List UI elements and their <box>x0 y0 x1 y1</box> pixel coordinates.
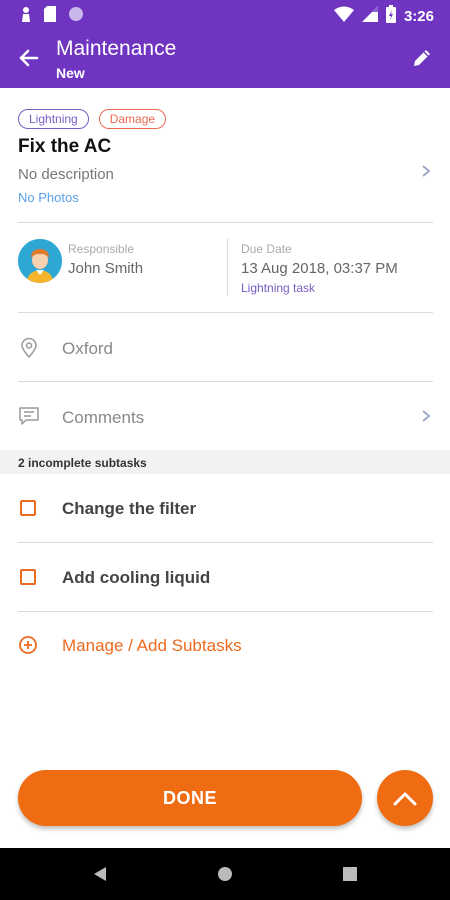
pencil-icon <box>414 50 430 66</box>
subtask-checkbox[interactable] <box>20 500 36 516</box>
nav-home-icon <box>218 867 232 881</box>
divider <box>18 542 433 543</box>
nav-home-button[interactable] <box>215 864 235 884</box>
signal-icon <box>361 6 378 27</box>
person-icon <box>20 6 32 27</box>
location-value[interactable]: Oxford <box>62 339 113 359</box>
due-date-label: Due Date <box>241 242 292 256</box>
responsible-name[interactable]: John Smith <box>68 260 143 277</box>
due-date-value[interactable]: 13 Aug 2018, 03:37 PM <box>241 260 398 277</box>
scroll-up-button[interactable] <box>377 770 433 826</box>
status-bar: 3:26 <box>0 0 450 30</box>
due-date-type: Lightning task <box>241 281 316 295</box>
task-title: Fix the AC <box>18 136 112 157</box>
battery-icon <box>385 5 396 28</box>
circle-icon <box>68 6 84 27</box>
subtask-item[interactable]: Change the filter <box>62 499 196 519</box>
wifi-icon <box>333 6 354 27</box>
subtask-item[interactable]: Add cooling liquid <box>62 568 210 588</box>
chevron-right-icon[interactable] <box>419 164 433 178</box>
nav-back-icon <box>94 867 106 881</box>
subtasks-count: 2 incomplete subtasks <box>18 456 147 470</box>
task-description[interactable]: No description <box>18 166 114 183</box>
done-button[interactable]: DONE <box>18 770 362 826</box>
status-time: 3:26 <box>403 8 434 25</box>
nav-recents-icon <box>343 867 357 881</box>
comments-link[interactable]: Comments <box>62 408 144 428</box>
subtask-checkbox[interactable] <box>20 569 36 585</box>
nav-recents-button[interactable] <box>340 864 360 884</box>
manage-subtasks-link[interactable]: Manage / Add Subtasks <box>62 636 242 656</box>
location-pin-icon <box>21 337 37 359</box>
comment-icon <box>19 407 39 425</box>
divider <box>18 222 433 223</box>
responsible-label: Responsible <box>68 242 135 256</box>
edit-button[interactable] <box>406 42 438 74</box>
tag-damage: Damage <box>98 109 167 129</box>
screen: 3:26 Maintenance New Lightning Damage Fi… <box>0 0 450 900</box>
tag-list: Lightning Damage <box>18 109 167 129</box>
task-photos-link[interactable]: No Photos <box>18 190 79 205</box>
divider <box>18 312 433 313</box>
page-subtitle: New <box>56 65 85 81</box>
vertical-divider <box>227 238 228 296</box>
add-circle-icon[interactable] <box>18 635 38 655</box>
done-button-label: DONE <box>162 787 217 808</box>
divider <box>18 381 433 382</box>
page-title: Maintenance <box>56 37 177 60</box>
back-button[interactable] <box>12 42 44 74</box>
divider <box>18 611 433 612</box>
app-bar: Maintenance New <box>0 30 450 88</box>
system-nav-bar <box>0 848 450 900</box>
sd-card-icon <box>44 6 56 27</box>
avatar <box>18 239 62 283</box>
tag-lightning: Lightning <box>18 109 89 129</box>
chevron-right-icon[interactable] <box>419 409 433 423</box>
arrow-back-icon <box>19 49 39 67</box>
subtasks-header: 2 incomplete subtasks <box>0 450 450 474</box>
nav-back-button[interactable] <box>90 864 110 884</box>
chevron-up-icon <box>393 792 417 806</box>
